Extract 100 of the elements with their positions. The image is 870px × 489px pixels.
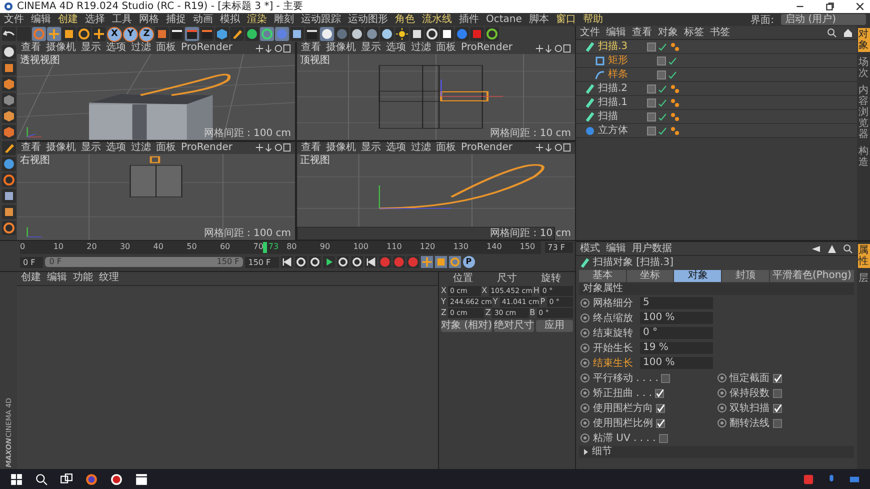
animation-dot-icon[interactable] [580,388,590,398]
animation-dot-icon[interactable] [580,418,590,428]
number-field[interactable]: 100 % [640,312,713,324]
menu-item[interactable]: 工具 [112,14,132,26]
layout-dropdown[interactable]: 启动 (用户) [781,14,866,25]
viewport-menu-item[interactable]: 面板 [156,142,176,154]
object-menu-item[interactable]: 编辑 [606,26,626,38]
side-tab[interactable]: 内容浏览器 [858,84,870,141]
viewport-menu-item[interactable]: 摄像机 [46,142,76,154]
app-icon[interactable] [110,472,123,486]
timeline-ruler[interactable]: 0 10 20 30 40 50 60 70 73 80 90 100 110 120 130 140 150 [20,241,541,254]
viewport-menu-item[interactable]: 选项 [386,142,406,154]
menu-item[interactable]: 插件 [459,14,479,26]
search-icon[interactable] [827,28,837,38]
menu-item[interactable]: 文件 [4,14,24,26]
viewport-menu-item[interactable]: 面板 [156,42,176,54]
phong-tag-icon[interactable] [670,84,680,94]
object-name[interactable]: 扫描.2 [598,82,644,94]
details-section-header[interactable]: 细节 [592,446,612,458]
ring-icon[interactable] [425,27,439,41]
browser-icon[interactable] [85,472,98,486]
visibility-toggle-icon[interactable] [647,126,667,136]
viewport-menu-item[interactable]: ProRender [181,42,232,54]
search-icon[interactable] [843,244,853,254]
navigation-icons[interactable] [535,44,571,52]
navigation-icons[interactable] [535,143,571,152]
side-tab[interactable]: 属性 [858,244,870,268]
menu-item[interactable]: 编辑 [31,14,51,26]
visibility-toggle-icon[interactable] [647,112,667,122]
visibility-toggle-icon[interactable] [647,84,667,94]
attribute-menu-item[interactable]: 编辑 [606,242,626,254]
viewport-menu-item[interactable]: 面板 [436,142,456,154]
scale-icon[interactable] [62,27,76,41]
search-icon[interactable] [35,472,48,486]
input-method-icon[interactable] [803,474,814,484]
viewport-menu-item[interactable]: 查看 [21,42,41,54]
attribute-menu-item[interactable]: 用户数据 [632,242,672,254]
axis-lock-button[interactable]: Z [139,26,154,42]
navigation-icons[interactable] [255,143,291,152]
viewport-menu-item[interactable]: 过滤 [411,142,431,154]
visibility-toggle-icon[interactable] [647,98,667,108]
attribute-tab[interactable]: 封顶 [722,270,769,282]
menu-item[interactable]: Octane [486,14,522,26]
animation-dot-icon[interactable] [716,403,726,413]
pen-icon[interactable] [230,27,244,41]
back-arrow-icon[interactable] [811,244,821,254]
menu-item[interactable]: 窗口 [556,14,576,26]
animation-dot-icon[interactable] [716,418,726,428]
menu-item[interactable]: 脚本 [528,14,549,26]
material-menu-item[interactable]: 纹理 [99,272,119,284]
animation-dot-icon[interactable] [580,358,590,368]
object-menu-item[interactable]: 标签 [684,26,704,38]
attribute-menu-item[interactable]: 模式 [580,242,600,254]
phong-tag-icon[interactable] [670,42,680,52]
viewport-menu-item[interactable]: ProRender [461,42,512,54]
viewport-menu-item[interactable]: 查看 [301,142,321,154]
viewport-menu-item[interactable]: 显示 [361,142,381,154]
object-menu-item[interactable]: 书签 [710,26,730,38]
up-arrow-icon[interactable] [827,244,837,254]
animation-dot-icon[interactable] [580,343,590,353]
attribute-tab[interactable]: 平滑着色(Phong) [770,270,854,282]
side-tab[interactable]: 对象 [858,28,870,52]
menu-item[interactable]: 角色 [395,14,415,26]
checkbox[interactable] [656,404,665,412]
animation-dot-icon[interactable] [580,373,590,383]
sphere-icon[interactable] [2,45,16,59]
number-field[interactable]: 5 [640,297,713,309]
sun-icon[interactable] [395,27,409,41]
material-menu-item[interactable]: 编辑 [47,272,67,284]
material-menu-item[interactable]: 功能 [73,272,93,284]
side-tab[interactable]: 场次 [858,56,870,80]
number-field[interactable]: 100 % [640,357,713,369]
sphere-icon[interactable] [380,27,394,41]
animation-dot-icon[interactable] [716,373,726,383]
viewport-menu-item[interactable]: 过滤 [411,42,431,54]
viewport-menu-item[interactable]: 查看 [301,42,321,54]
attribute-tab[interactable]: 坐标 [626,270,674,282]
undo-icon[interactable] [2,27,16,41]
visibility-toggle-icon[interactable] [657,70,677,80]
object-menu-item[interactable]: 文件 [580,26,600,38]
object-menu-item[interactable]: 对象 [658,26,678,38]
menu-item[interactable]: 网格 [139,14,159,26]
viewport-menu-item[interactable]: 选项 [386,42,406,54]
viewport-menu-item[interactable]: 摄像机 [46,42,76,54]
menu-item[interactable]: 模拟 [220,14,240,26]
menu-item[interactable]: 选择 [85,14,105,26]
animation-dot-icon[interactable] [580,403,590,413]
number-field[interactable]: 19 % [640,342,713,354]
axis-lock-button[interactable]: Y [123,26,138,42]
object-name[interactable]: 样条 [608,68,654,80]
viewport-menu-item[interactable]: 查看 [21,142,41,154]
restore-icon[interactable] [824,1,836,12]
object-name[interactable]: 扫描.3 [598,40,644,52]
material-menu-item[interactable]: 创建 [21,272,41,284]
viewport-menu-item[interactable]: 显示 [361,42,381,54]
animation-dot-icon[interactable] [580,433,590,443]
menu-item[interactable]: 创建 [58,14,78,26]
sphere-icon[interactable] [350,27,364,41]
viewport-menu-item[interactable]: 显示 [81,42,101,54]
menu-item[interactable]: 帮助 [582,14,603,26]
